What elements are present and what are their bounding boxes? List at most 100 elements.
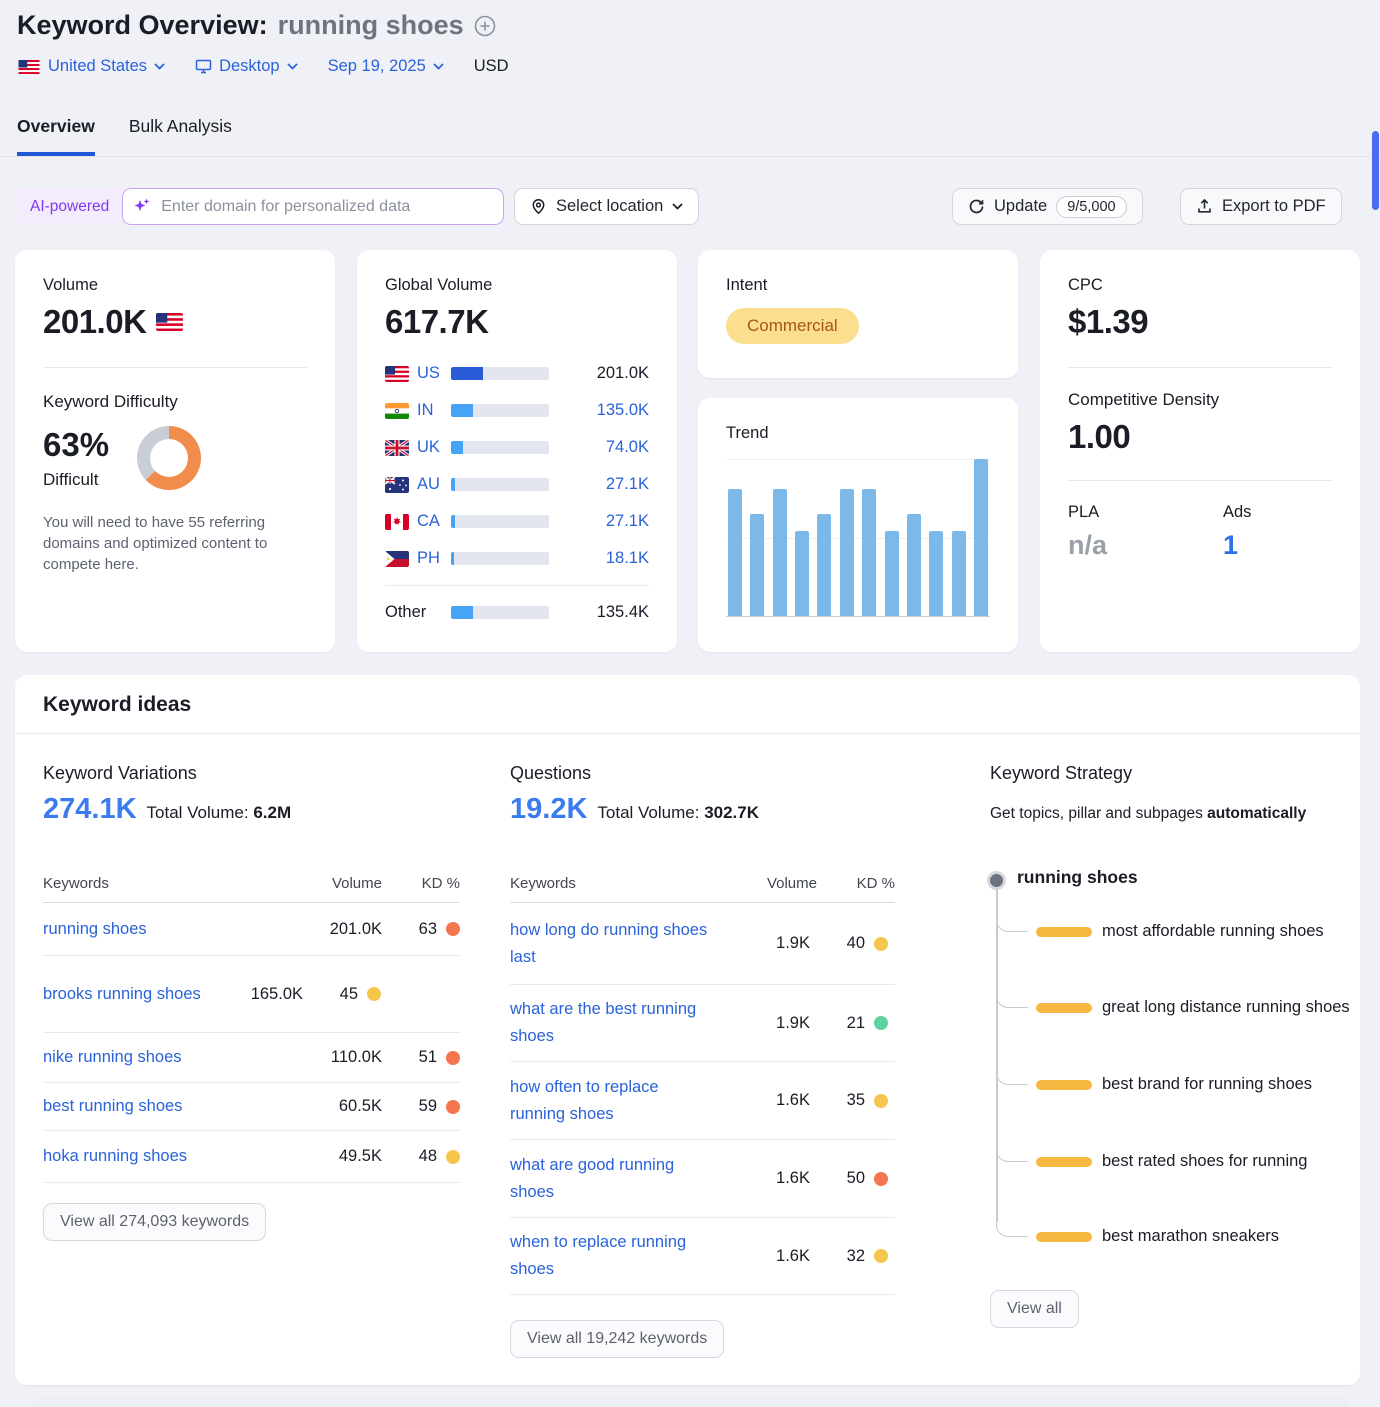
trend-bar [817, 514, 831, 616]
strategy-root-keyword: running shoes [1017, 867, 1138, 888]
col-keywords: Keywords [510, 875, 727, 892]
strategy-item: best brand for running shoes [1036, 1071, 1352, 1098]
country-filter[interactable]: United States [17, 57, 165, 76]
kd-dot [874, 1016, 888, 1030]
page-title: Keyword Overview: running shoes [17, 10, 496, 41]
keyword-link[interactable]: best running shoes [43, 1093, 292, 1120]
tree-connector [996, 1221, 1028, 1237]
tab-bulk-analysis[interactable]: Bulk Analysis [129, 116, 232, 156]
topic-pill [1036, 1157, 1092, 1167]
volume-card: Volume 201.0K Keyword Difficulty 63% Dif… [15, 250, 335, 652]
card-divider [1068, 367, 1332, 368]
ads-label: Ads [1223, 503, 1251, 522]
country-volume-value: 27.1K [549, 512, 649, 531]
keyword-link[interactable]: how long do running shoes last [510, 917, 720, 971]
volume-cell: 165.0K [213, 985, 303, 1004]
kd-cell: 59 [419, 1097, 437, 1116]
trend-label: Trend [726, 424, 990, 443]
country-volume-row: PH 18.1K [385, 540, 649, 577]
topic-pill [1036, 1232, 1092, 1242]
export-pdf-label: Export to PDF [1222, 197, 1326, 216]
kd-dot [446, 922, 460, 936]
kd-dot [874, 1094, 888, 1108]
volume-bar-fill [451, 367, 483, 380]
ca-flag-icon [385, 514, 409, 530]
country-link[interactable]: IN [417, 401, 451, 420]
kd-dot [874, 1172, 888, 1186]
update-button[interactable]: Update 9/5,000 [952, 188, 1143, 225]
other-volume-row: Other 135.4K [385, 594, 649, 631]
table-row: running shoes 201.0K 63 [43, 903, 460, 956]
keyword-link[interactable]: running shoes [43, 916, 292, 943]
kd-dot [446, 1100, 460, 1114]
kd-level: Difficult [43, 470, 109, 490]
tree-connector [996, 916, 1028, 932]
volume-bar-fill [451, 441, 463, 454]
keyword-link[interactable]: when to replace running shoes [510, 1229, 720, 1283]
uk-flag-icon [385, 440, 409, 456]
cpc-value: $1.39 [1068, 303, 1332, 341]
keyword-link[interactable]: nike running shoes [43, 1044, 292, 1071]
device-filter[interactable]: Desktop [195, 57, 298, 76]
table-row: when to replace running shoes 1.6K 32 [510, 1218, 895, 1295]
country-link[interactable]: UK [417, 438, 451, 457]
competitive-density-value: 1.00 [1068, 418, 1332, 456]
kd-cell: 32 [847, 1247, 865, 1266]
strategy-item-label: most affordable running shoes [1102, 918, 1352, 945]
strategy-root-dot [990, 874, 1003, 887]
date-filter-label: Sep 19, 2025 [328, 57, 426, 76]
keyword-link[interactable]: what are the best running shoes [510, 996, 720, 1050]
domain-input[interactable] [122, 188, 504, 225]
kd-cell: 35 [847, 1091, 865, 1110]
country-link[interactable]: AU [417, 475, 451, 494]
keyword-link[interactable]: what are good running shoes [510, 1152, 720, 1206]
cpc-card: CPC $1.39 Competitive Density 1.00 PLA n… [1040, 250, 1360, 652]
keyword-link[interactable]: hoka running shoes [43, 1143, 292, 1170]
card-divider [43, 367, 307, 368]
add-keyword-icon[interactable] [474, 15, 496, 37]
col-volume: Volume [292, 875, 382, 892]
country-link[interactable]: PH [417, 549, 451, 568]
date-filter[interactable]: Sep 19, 2025 [328, 57, 444, 76]
keyword-ideas-title: Keyword ideas [43, 693, 191, 717]
page-title-label: Keyword Overview: [17, 10, 268, 41]
trend-bar [907, 514, 921, 616]
view-all-questions-button[interactable]: View all 19,242 keywords [510, 1320, 724, 1358]
country-link[interactable]: CA [417, 512, 451, 531]
strategy-item-label: best marathon sneakers [1102, 1223, 1352, 1250]
us-flag-icon [17, 60, 41, 74]
volume-cell: 60.5K [292, 1097, 382, 1116]
kd-note: You will need to have 55 referring domai… [43, 512, 307, 575]
kd-donut-hole [150, 439, 188, 477]
tree-connector [996, 1146, 1028, 1162]
global-volume-value: 617.7K [385, 303, 649, 341]
monitor-icon [195, 58, 212, 75]
table-row: hoka running shoes 49.5K 48 [43, 1131, 460, 1183]
tab-bar: Overview Bulk Analysis [17, 116, 232, 156]
cpc-label: CPC [1068, 276, 1332, 295]
ads-value[interactable]: 1 [1223, 530, 1251, 561]
trend-card: Trend [698, 398, 1018, 652]
export-icon [1196, 198, 1213, 215]
view-all-variations-button[interactable]: View all 274,093 keywords [43, 1203, 266, 1241]
update-label: Update [994, 197, 1047, 216]
view-all-strategy-button[interactable]: View all [990, 1290, 1079, 1328]
global-volume-label: Global Volume [385, 276, 649, 295]
select-location-button[interactable]: Select location [514, 188, 699, 225]
tab-overview[interactable]: Overview [17, 116, 95, 156]
col-kd: KD % [382, 875, 460, 892]
chart-baseline [726, 616, 990, 617]
country-volume-value: 27.1K [549, 475, 649, 494]
chevron-down-icon [672, 203, 683, 210]
keyword-link[interactable]: brooks running shoes [43, 981, 213, 1008]
chevron-down-icon [287, 63, 298, 70]
intent-badge[interactable]: Commercial [726, 308, 859, 344]
volume-bar-fill [451, 515, 455, 528]
strategy-item-label: best rated shoes for running [1102, 1148, 1352, 1175]
export-pdf-button[interactable]: Export to PDF [1180, 188, 1342, 225]
country-volume-value: 135.0K [549, 401, 649, 420]
device-filter-label: Desktop [219, 57, 280, 76]
country-link[interactable]: US [417, 364, 451, 383]
keyword-link[interactable]: how often to replace running shoes [510, 1074, 720, 1128]
scrollbar-thumb[interactable] [1372, 131, 1379, 210]
